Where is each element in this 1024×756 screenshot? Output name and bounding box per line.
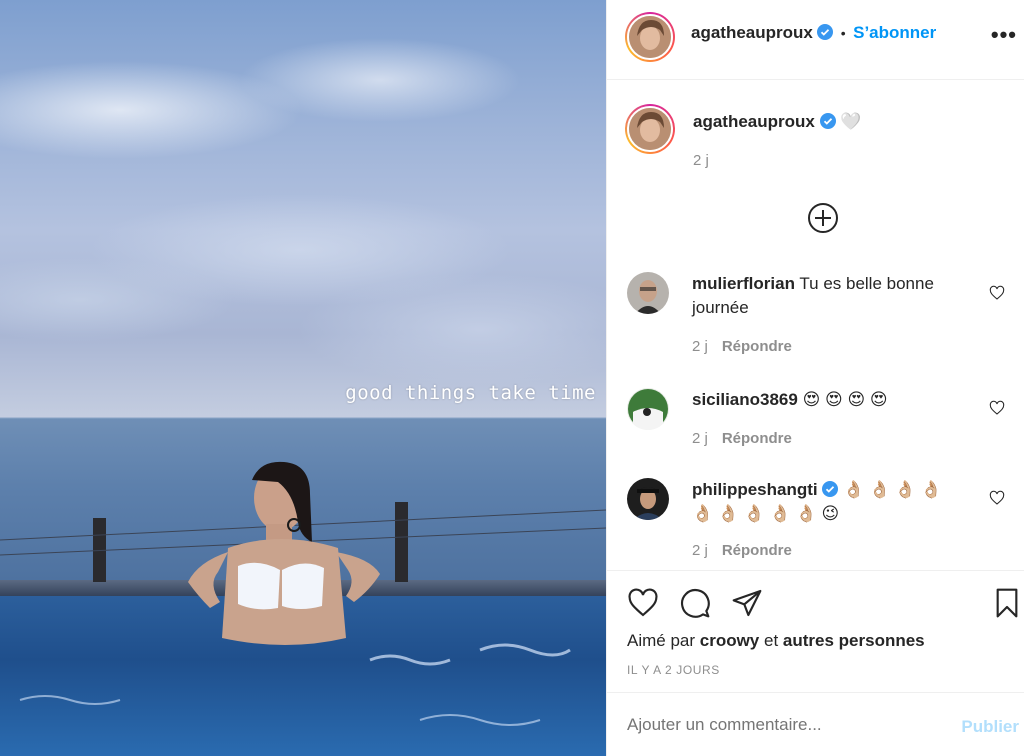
comment-username[interactable]: mulierflorian xyxy=(692,274,795,293)
comment-avatar[interactable] xyxy=(627,388,669,430)
comment-time[interactable]: 2 j xyxy=(692,338,708,355)
verified-badge-icon xyxy=(819,113,836,129)
caption-username[interactable]: agatheauproux xyxy=(693,112,815,131)
comments-section: agatheauproux 🤍 2 j mulierflorian Tu es … xyxy=(607,80,1024,570)
comment-time[interactable]: 2 j xyxy=(692,542,708,559)
header-separator: • xyxy=(840,25,846,41)
comment-avatar[interactable] xyxy=(627,478,669,520)
liked-prefix: Aimé par xyxy=(627,631,700,650)
reply-button[interactable]: Répondre xyxy=(722,338,792,355)
comment-text: siciliano3869 😍 😍 😍 😍 xyxy=(692,388,962,412)
header-user-row: agatheauproux • S’abonner xyxy=(691,23,936,43)
woman-figure xyxy=(188,461,380,645)
liked-middle: et xyxy=(759,631,783,650)
save-bookmark-icon[interactable] xyxy=(991,587,1023,619)
follow-button[interactable]: S’abonner xyxy=(853,23,936,42)
more-options-icon[interactable]: ••• xyxy=(991,22,1017,48)
load-more-comments-icon[interactable] xyxy=(806,201,840,235)
post-timestamp[interactable]: IL Y A 2 JOURS xyxy=(627,663,720,677)
header-username[interactable]: agatheauproux xyxy=(691,23,813,42)
like-comment-heart-icon[interactable] xyxy=(989,490,1005,506)
like-comment-heart-icon[interactable] xyxy=(989,400,1005,416)
caption-time[interactable]: 2 j xyxy=(693,152,709,169)
comment-message: 😍 😍 😍 😍 xyxy=(802,390,888,409)
caption-avatar[interactable] xyxy=(625,104,675,154)
comment-text: philippeshangti 👌🏼 👌🏼 👌🏼 👌🏼 👌🏼 👌🏼 👌🏼 👌🏼 … xyxy=(692,478,962,526)
photo-overlay-text: good things take time xyxy=(345,382,596,404)
caption-text: 🤍 xyxy=(840,112,862,131)
like-comment-heart-icon[interactable] xyxy=(989,285,1005,301)
comment-bubble-icon[interactable] xyxy=(679,587,711,619)
comment-username[interactable]: philippeshangti xyxy=(692,480,818,499)
verified-badge-icon xyxy=(817,24,834,40)
liked-user-link[interactable]: croowy xyxy=(700,631,760,650)
share-paper-plane-icon[interactable] xyxy=(731,587,763,619)
reply-button[interactable]: Répondre xyxy=(722,430,792,447)
like-heart-icon[interactable] xyxy=(627,587,659,619)
comment-username[interactable]: siciliano3869 xyxy=(692,390,798,409)
comment-time[interactable]: 2 j xyxy=(692,430,708,447)
comment-meta: 2 j Répondre xyxy=(692,430,792,447)
photo-scene xyxy=(0,417,606,726)
post-actions: Aimé par croowy et autres personnes IL Y… xyxy=(607,570,1024,692)
post-photo[interactable]: good things take time xyxy=(0,0,606,756)
post-header: agatheauproux • S’abonner ••• xyxy=(607,0,1024,80)
comment-meta: 2 j Répondre xyxy=(692,338,792,355)
reply-button[interactable]: Répondre xyxy=(722,542,792,559)
publish-button[interactable]: Publier xyxy=(961,717,1019,737)
liked-others-link[interactable]: autres personnes xyxy=(783,631,925,650)
liked-by-text: Aimé par croowy et autres personnes xyxy=(627,631,925,651)
comment-meta: 2 j Répondre xyxy=(692,542,792,559)
verified-badge-icon xyxy=(822,481,839,497)
comment-avatar[interactable] xyxy=(627,272,669,314)
caption-text-row: agatheauproux 🤍 xyxy=(693,112,862,132)
add-comment-bar: Publier xyxy=(607,692,1024,756)
post-side-panel: agatheauproux • S’abonner ••• agatheaupr… xyxy=(606,0,1024,756)
comment-text: mulierflorian Tu es belle bonne journée xyxy=(692,272,962,320)
comment-input[interactable] xyxy=(627,715,927,735)
header-avatar[interactable] xyxy=(625,12,675,62)
